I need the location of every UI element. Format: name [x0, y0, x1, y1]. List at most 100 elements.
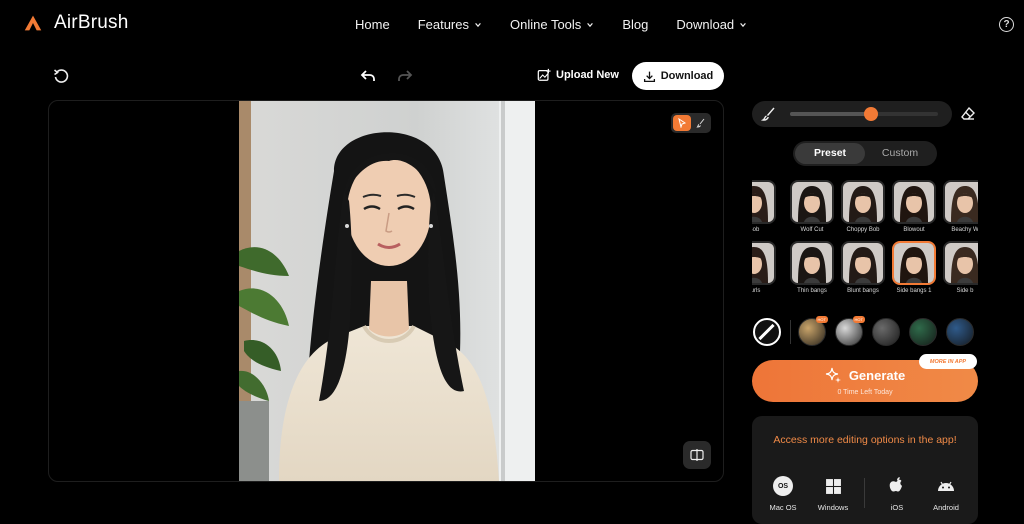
upload-label: Upload New: [556, 69, 619, 81]
hair-color-row: HOT HOT: [752, 316, 978, 348]
upload-new-button[interactable]: Upload New: [537, 68, 619, 82]
divider: [864, 478, 865, 508]
hairstyle-side-bangs-1[interactable]: Side bangs 1: [892, 241, 936, 294]
hairstyle-label: Blunt bangs: [847, 288, 879, 294]
hairstyle-label: Wolf Cut: [800, 227, 824, 233]
nav-item-features[interactable]: Features: [418, 17, 482, 32]
sparkle-icon: [825, 367, 841, 383]
platform-ios[interactable]: iOS: [872, 474, 922, 512]
platform-label: Windows: [817, 503, 849, 512]
hot-tag: HOT: [852, 316, 865, 323]
tab-custom[interactable]: Custom: [865, 143, 935, 164]
undo-icon[interactable]: [360, 68, 376, 84]
divider: [790, 320, 791, 344]
select-tool-icon[interactable]: [673, 115, 691, 131]
platform-list: OS Mac OS Windows iOS Android: [752, 474, 978, 514]
hairstyle-label: Bob: [752, 227, 760, 233]
hairstyle-thumbnail: [943, 180, 978, 224]
chevron-down-icon: [587, 22, 594, 27]
macos-icon: OS: [773, 476, 793, 496]
generate-main: Generate: [752, 367, 978, 383]
help-glyph: ?: [1003, 19, 1010, 30]
nav-item-download[interactable]: Download: [676, 17, 747, 32]
reset-icon[interactable]: [53, 68, 69, 84]
app-promo-title: Access more editing options in the app!: [773, 434, 957, 446]
chevron-down-icon: [475, 22, 481, 27]
editor-canvas[interactable]: [48, 100, 724, 482]
hairstyle-thin-bangs[interactable]: Thin bangs: [790, 241, 834, 294]
preset-custom-tabs: Preset Custom: [793, 141, 937, 166]
top-nav: AirBrush Home Features Online Tools Blog…: [0, 0, 1024, 50]
hairstyle-thumbnail: [752, 180, 776, 224]
brush-tool-icon[interactable]: [693, 115, 709, 131]
hairstyle-label: Thin bangs: [797, 288, 827, 294]
slider-fill: [790, 112, 872, 116]
chevron-down-icon: [740, 22, 747, 27]
hair-color-blue[interactable]: [946, 318, 974, 346]
generate-label: Generate: [848, 367, 906, 383]
tool-toggle: [671, 113, 711, 133]
hairstyle-thumbnail: [892, 241, 936, 285]
generate-quota-text: 0 Time Left Today: [837, 389, 893, 396]
download-icon: [643, 71, 655, 82]
hairstyle-beachy-w[interactable]: Beachy W: [943, 180, 978, 233]
brush-icon: [761, 107, 775, 121]
hairstyle-bob[interactable]: Bob: [752, 180, 776, 233]
hairstyle-thumbnail: [841, 180, 885, 224]
download-button[interactable]: Download: [632, 62, 724, 90]
help-icon[interactable]: ?: [999, 17, 1014, 32]
logo[interactable]: AirBrush: [22, 12, 128, 34]
hair-color-blonde[interactable]: HOT: [798, 316, 828, 346]
platform-android[interactable]: Android: [921, 474, 971, 512]
nav-item-home[interactable]: Home: [355, 17, 390, 32]
logo-text: AirBrush: [54, 12, 129, 33]
compare-icon[interactable]: [683, 441, 711, 469]
hairstyle-blunt-bangs[interactable]: Blunt bangs: [841, 241, 885, 294]
tab-preset[interactable]: Preset: [795, 143, 865, 164]
windows-icon: [825, 478, 841, 494]
download-label: Download: [660, 70, 714, 82]
hairstyle-thumbnail: [790, 180, 834, 224]
nav-label: Online Tools: [510, 17, 582, 32]
portrait-illustration: [239, 101, 535, 481]
redo-icon[interactable]: [397, 68, 413, 84]
platform-label: Mac OS: [769, 503, 797, 512]
hairstyle-thumbnail: [841, 241, 885, 285]
hairstyle-thumbnail: [943, 241, 978, 285]
main-menu: Home Features Online Tools Blog Download: [355, 17, 747, 32]
hairstyle-curls[interactable]: curls: [752, 241, 776, 294]
nav-label: Blog: [622, 17, 649, 32]
hairstyle-label: Beachy W: [951, 227, 978, 233]
hairstyle-label: Side b: [956, 288, 974, 294]
hair-color-platinum[interactable]: HOT: [835, 316, 865, 346]
platform-windows[interactable]: Windows: [808, 474, 858, 512]
eraser-icon[interactable]: [960, 106, 976, 122]
app-promo-card: Access more editing options in the app! …: [752, 416, 978, 524]
platform-label: Android: [933, 503, 959, 512]
image-upload-icon: [537, 68, 551, 81]
hairstyle-label: Side bangs 1: [896, 288, 932, 294]
android-icon: [938, 481, 954, 491]
hairstyle-wolf-cut[interactable]: Wolf Cut: [790, 180, 834, 233]
platform-macos[interactable]: OS Mac OS: [758, 474, 808, 512]
slider-thumb[interactable]: [864, 107, 879, 121]
hairstyle-label: Choppy Bob: [846, 227, 880, 233]
hairstyle-thumbnail: [752, 241, 776, 285]
no-color-swatch[interactable]: [753, 318, 781, 346]
hairstyle-thumbnail: [790, 241, 834, 285]
nav-item-online-tools[interactable]: Online Tools: [510, 17, 594, 32]
brush-size-slider[interactable]: [790, 107, 938, 121]
hair-color-gray[interactable]: [872, 318, 900, 346]
nav-label: Home: [355, 17, 390, 32]
hairstyle-thumbnail: [892, 180, 936, 224]
hairstyle-blowout[interactable]: Blowout: [892, 180, 936, 233]
hair-color-green[interactable]: [909, 318, 937, 346]
nav-item-blog[interactable]: Blog: [622, 17, 648, 32]
nav-label: Download: [676, 17, 735, 32]
nav-label: Features: [417, 17, 469, 32]
hairstyle-grid: Bob Wolf Cut Choppy Bob Blowout Beachy W curl…: [752, 178, 978, 298]
hairstyle-side-b[interactable]: Side b: [943, 241, 978, 294]
more-in-app-badge: MORE IN APP: [919, 354, 977, 369]
hairstyle-choppy-bob[interactable]: Choppy Bob: [841, 180, 885, 233]
hairstyle-label: Blowout: [903, 227, 925, 233]
